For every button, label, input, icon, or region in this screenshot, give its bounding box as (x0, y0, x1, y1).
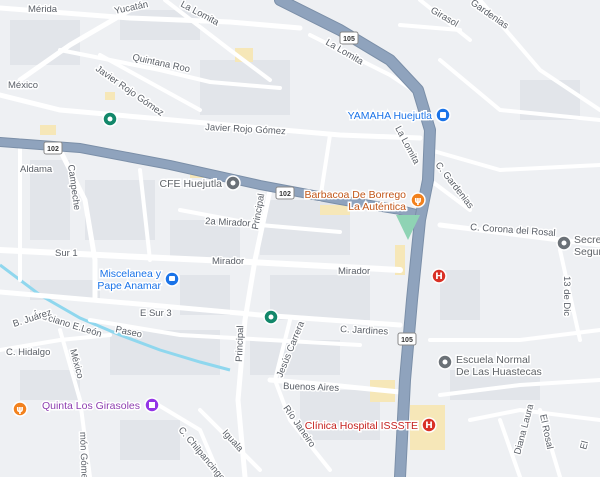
fork-knife-icon: ψ (414, 196, 421, 206)
miscelanea-label-line2[interactable]: Pape Anamar (96, 279, 163, 294)
highway-shield-102-center: 102 (275, 186, 295, 200)
street-label: México (8, 80, 38, 91)
cfe-label[interactable]: CFE Huejutla (158, 177, 224, 192)
street-label: Mérida (28, 4, 58, 15)
highway-shield-105-bottom: 105 (397, 332, 417, 346)
park-pin-2[interactable] (263, 309, 279, 325)
quinta-label[interactable]: Quinta Los Girasoles (40, 399, 141, 414)
escuela-pin[interactable] (437, 354, 453, 370)
street-label: Aldama (20, 164, 53, 175)
secret-pin[interactable] (556, 235, 572, 251)
escuela-label-line1[interactable]: Escuela Normal (455, 353, 532, 368)
miscelanea-label-line1[interactable]: Miscelanea y (98, 267, 163, 282)
barbacoa-label-line2[interactable]: La Auténtica (347, 200, 408, 215)
escuela-label-line2[interactable]: De Las Huastecas (455, 365, 544, 380)
street-label: E Sur 3 (140, 308, 172, 319)
miscelanea-pin[interactable] (164, 271, 180, 287)
svg-text:105: 105 (343, 36, 355, 43)
svg-text:102: 102 (47, 146, 59, 153)
svg-text:102: 102 (279, 191, 291, 198)
hospital-icon: H (435, 272, 443, 282)
restaurant-pin-left[interactable]: ψ (12, 401, 28, 417)
hospital-pin-top[interactable]: H (431, 268, 447, 284)
highway-shield-102-left: 102 (43, 141, 63, 155)
secret-label-line1[interactable]: Secret (573, 233, 600, 248)
street-label: C. Hidalgo (6, 347, 50, 358)
barbacoa-label-line1[interactable]: Barbacoa De Borrego (303, 188, 408, 203)
street-label: 13 de Dic (561, 276, 572, 316)
cfe-pin[interactable] (225, 175, 241, 191)
map-canvas[interactable]: 105 102 102 105 Mérida Yucatán La Lomita… (0, 0, 600, 477)
street-label: Principal (234, 325, 246, 362)
secret-label-line2[interactable]: Segur (573, 245, 600, 260)
street-label: Mirador (212, 256, 244, 267)
street-label: Sur 1 (55, 248, 78, 259)
venue-icon (149, 402, 155, 408)
quinta-pin[interactable] (144, 397, 160, 413)
yamaha-label[interactable]: YAMAHA Huejutla (346, 109, 434, 124)
street-label: Buenos Aires (283, 381, 340, 394)
clinica-label[interactable]: Clínica Hospital ISSSTE (303, 419, 419, 434)
street-label: Mirador (338, 266, 370, 277)
svg-text:105: 105 (401, 337, 413, 344)
clinica-pin[interactable]: H (421, 417, 437, 433)
yamaha-pin[interactable] (435, 107, 451, 123)
hospital-icon: H (425, 421, 433, 431)
highway-shield-105-top: 105 (339, 31, 359, 45)
street-label: món Gómez (77, 432, 90, 477)
park-pin-1[interactable] (102, 111, 118, 127)
barbacoa-pin[interactable]: ψ (410, 192, 426, 208)
shopping-bag-icon (440, 112, 446, 118)
shopping-cart-icon (169, 276, 175, 281)
fork-knife-icon: ψ (16, 405, 23, 415)
